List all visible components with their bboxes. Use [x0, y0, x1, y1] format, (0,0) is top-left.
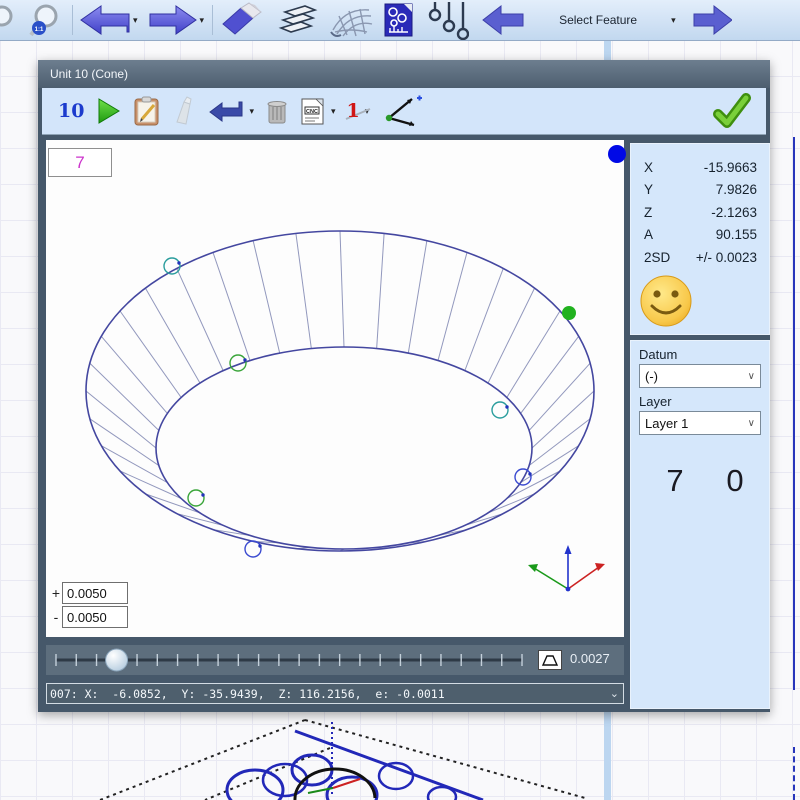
return-dropdown-caret[interactable]: ▾	[249, 106, 254, 117]
scale-slider[interactable]	[46, 645, 532, 675]
result-row: 2SD +/- 0.0023	[631, 246, 769, 269]
cone-viewport[interactable]: 7 + 0.0050 - 0.0050	[46, 140, 624, 637]
datum-dropdown[interactable]: (-) ∨	[639, 364, 761, 388]
cnc-button[interactable]: CNC	[300, 96, 326, 126]
points-removed-count: 0	[705, 463, 765, 499]
dialog-toolbar: 10 ▾ CNC ▾ 1 ▾	[42, 88, 766, 135]
dialog-title: Unit 10 (Cone)	[50, 67, 128, 81]
redo-dropdown-caret[interactable]: ▾	[200, 15, 205, 26]
probe-number-button[interactable]: 1	[347, 100, 360, 122]
redo-icon[interactable]	[146, 2, 198, 38]
layers-icon[interactable]	[275, 2, 319, 38]
layer-dropdown[interactable]: Layer 1 ∨	[639, 411, 761, 435]
undo-dropdown-caret[interactable]: ▾	[133, 15, 138, 26]
status-chevron-icon[interactable]: ⌄	[610, 687, 619, 700]
chevron-down-icon: ∨	[748, 371, 755, 382]
axis-system-button[interactable]	[380, 94, 422, 128]
point-counts: 7 0	[631, 463, 769, 499]
results-panel: X -15.9663 Y 7.9826 Z -2.1263 A 90.155 2…	[630, 143, 770, 335]
datum-label: Datum	[639, 347, 769, 362]
tolerance-plus-input[interactable]: 0.0050	[62, 582, 128, 604]
profile-symbol-icon[interactable]	[538, 650, 562, 670]
cad-edge-line	[793, 137, 795, 690]
feature-number-box: 7	[48, 148, 112, 177]
layer-label: Layer	[639, 394, 769, 409]
toolbar-separator	[212, 5, 213, 35]
app-window: 1:1 ▾ ▾ Select Feature	[0, 0, 800, 800]
cnc-dropdown-caret[interactable]: ▾	[331, 106, 336, 117]
next-feature-icon[interactable]	[692, 2, 732, 38]
scale-slider-row: 0.0027	[46, 645, 624, 675]
point-status-combobox[interactable]: 007: X: -6.0852, Y: -35.9439, Z: 116.215…	[46, 683, 624, 704]
smiley-status-icon	[639, 274, 693, 333]
run-button[interactable]	[95, 97, 121, 125]
dialog-titlebar[interactable]: Unit 10 (Cone)	[38, 60, 770, 88]
report-icon[interactable]	[381, 2, 417, 38]
zoom-actual-icon[interactable]: 1:1	[26, 2, 66, 38]
point-status-text: 007: X: -6.0852, Y: -35.9439, Z: 116.215…	[50, 687, 610, 701]
mesh-icon[interactable]	[327, 2, 373, 38]
zoom-icon[interactable]	[0, 2, 20, 38]
probe-button-disabled	[173, 96, 197, 126]
chevron-down-icon: ∨	[748, 418, 755, 429]
cnc-label: CNC	[306, 109, 318, 115]
cad-part-drawing	[60, 712, 620, 800]
tolerance-minus-input[interactable]: 0.0050	[62, 606, 128, 628]
return-button[interactable]	[208, 99, 244, 123]
tolerance-plus-sign: +	[50, 585, 62, 601]
result-row: X -15.9663	[631, 156, 769, 179]
tolerance-minus-sign: -	[50, 609, 62, 625]
result-row: A 90.155	[631, 224, 769, 247]
toolbar-separator	[72, 5, 73, 35]
delete-button[interactable]	[265, 97, 289, 125]
select-feature-caret[interactable]: ▾	[671, 15, 676, 26]
cone-svg	[46, 140, 624, 637]
result-row: Y 7.9826	[631, 179, 769, 202]
select-feature-dropdown[interactable]: Select Feature	[559, 2, 637, 38]
report-button[interactable]	[132, 95, 162, 127]
points-used-count: 7	[645, 463, 705, 499]
tolerance-block: + 0.0050 - 0.0050	[50, 581, 128, 629]
cad-edge-line-dashed	[793, 747, 795, 800]
deviation-scale-value: 0.0027	[570, 651, 610, 666]
feature-tree-icon[interactable]	[427, 2, 469, 38]
unit-number: 10	[58, 100, 84, 122]
erase-icon[interactable]	[219, 2, 265, 38]
select-feature-label: Select Feature	[559, 13, 637, 27]
probe-number: 1	[347, 100, 360, 122]
svg-text:1:1: 1:1	[35, 27, 44, 33]
unit-dialog: Unit 10 (Cone) 10 ▾ CNC ▾	[38, 60, 770, 712]
accept-button[interactable]	[712, 92, 752, 135]
point-indicator-dot	[608, 145, 626, 163]
datum-panel: Datum (-) ∨ Layer Layer 1 ∨ 7 0	[630, 340, 770, 709]
previous-feature-icon[interactable]	[481, 2, 525, 38]
undo-icon[interactable]	[79, 2, 131, 38]
result-row: Z -2.1263	[631, 201, 769, 224]
main-toolbar: 1:1 ▾ ▾ Select Feature	[0, 0, 800, 41]
feature-number: 7	[75, 153, 84, 173]
